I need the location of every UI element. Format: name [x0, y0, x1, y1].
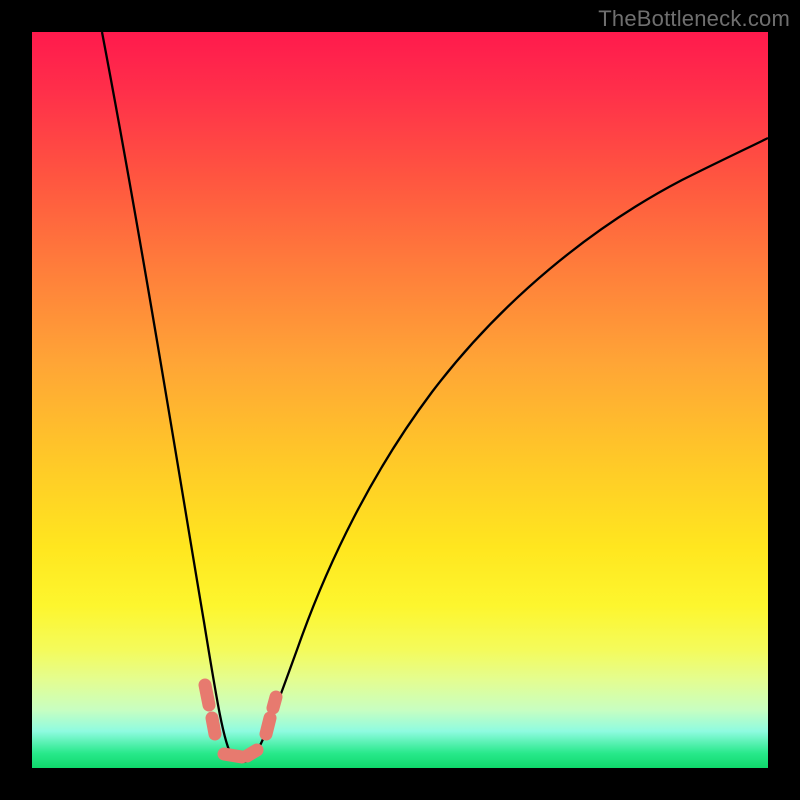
plot-area: [32, 32, 768, 768]
curve-right-branch: [254, 138, 768, 756]
bottleneck-curve: [32, 32, 768, 768]
watermark-text: TheBottleneck.com: [598, 6, 790, 32]
chart-frame: TheBottleneck.com: [0, 0, 800, 800]
marker-dot: [266, 718, 270, 734]
marker-dot: [247, 750, 257, 756]
marker-dot: [224, 754, 242, 757]
marker-dot: [212, 718, 215, 734]
marker-dot: [273, 697, 276, 708]
curve-left-branch: [102, 32, 254, 762]
marker-dot: [205, 685, 209, 705]
